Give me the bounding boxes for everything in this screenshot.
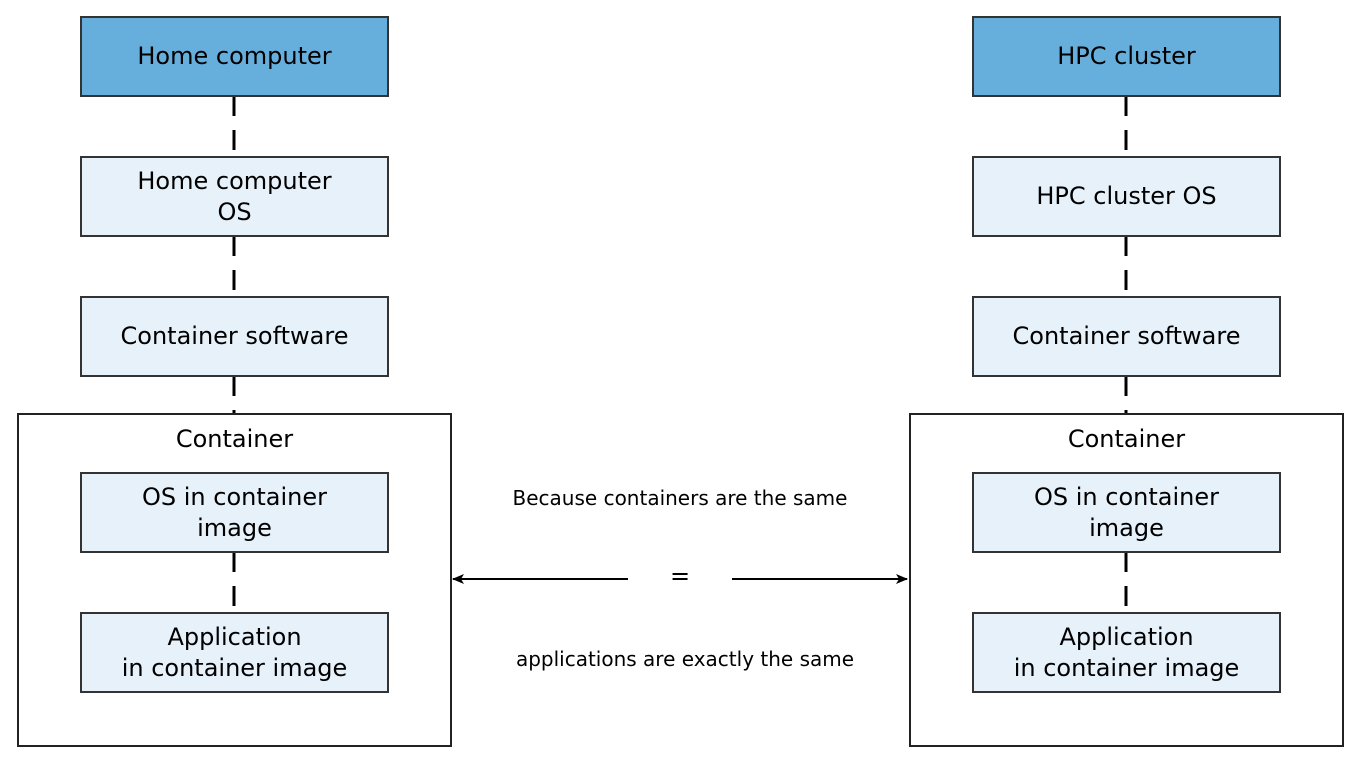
right-container: Container bbox=[909, 413, 1344, 747]
container-title: Container bbox=[175, 425, 294, 453]
application-box: Application in container image bbox=[80, 612, 389, 693]
comparison-top-text: Because containers are the same bbox=[512, 486, 848, 510]
diagram: Home computer Home computer OS Container… bbox=[0, 0, 1360, 762]
hpc-cluster-box: HPC cluster bbox=[972, 16, 1281, 97]
left-container: Container bbox=[17, 413, 452, 747]
application-box: Application in container image bbox=[972, 612, 1281, 693]
os-in-container-image-box: OS in container image bbox=[80, 472, 389, 553]
container-software-box: Container software bbox=[972, 296, 1281, 377]
home-computer-os-box: Home computer OS bbox=[80, 156, 389, 237]
home-computer-box: Home computer bbox=[80, 16, 389, 97]
comparison-bottom-text: applications are exactly the same bbox=[515, 647, 855, 671]
container-software-box: Container software bbox=[80, 296, 389, 377]
os-in-container-image-box: OS in container image bbox=[972, 472, 1281, 553]
equals-sign: = bbox=[669, 562, 691, 590]
container-title: Container bbox=[1067, 425, 1186, 453]
hpc-cluster-os-box: HPC cluster OS bbox=[972, 156, 1281, 237]
